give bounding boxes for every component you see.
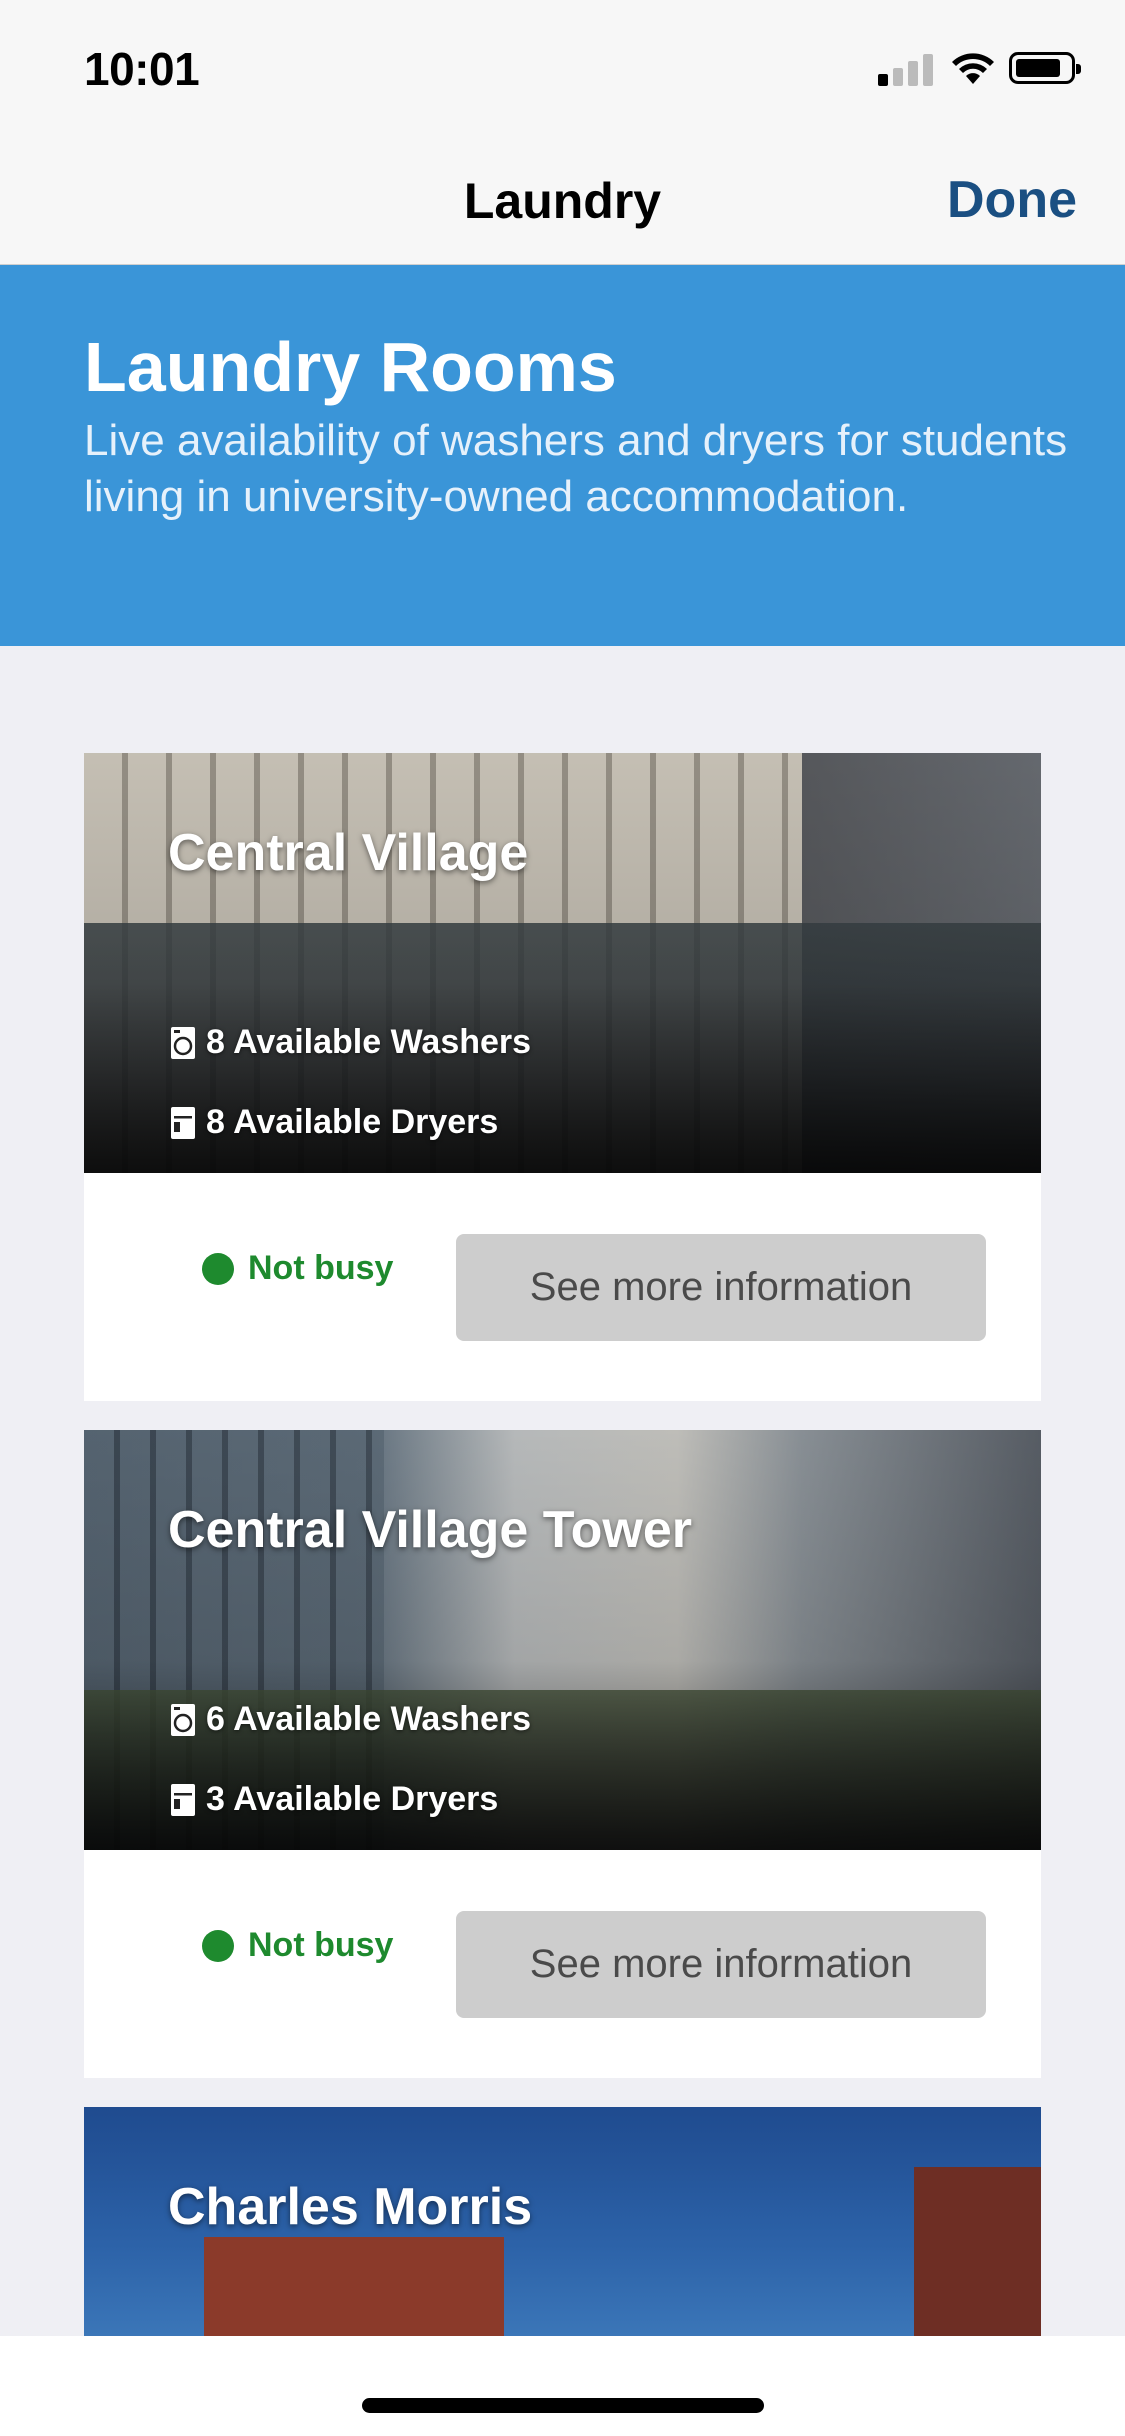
dryer-icon [171,1106,195,1139]
page-subtitle: Live availability of washers and dryers … [84,416,1068,521]
see-more-information-button[interactable]: See more information [456,1911,986,2018]
busy-status: Not busy [202,1926,393,1965]
washer-icon [171,1703,195,1736]
home-indicator-area [0,2336,1125,2436]
card-footer: Not busy See more information [84,1850,1041,2078]
navigation-bar: Laundry Done [0,132,1125,265]
room-photo: Charles Morris [84,2107,1041,2336]
dryers-count: 8 Available Dryers [170,1103,498,1142]
laundry-room-card[interactable]: Charles Morris [84,2107,1041,2336]
room-photo: Central Village Tower 6 Available Washer… [84,1430,1041,1850]
status-dot-icon [202,1929,234,1962]
room-name: Central Village Tower [168,1501,693,1559]
status-bar: 10:01 [0,0,1125,132]
washers-count: 8 Available Washers [170,1023,531,1062]
page-title: Laundry Rooms [84,328,617,406]
wifi-icon [952,53,994,84]
laundry-rooms-header: Laundry Rooms Live availability of washe… [0,265,1125,646]
card-footer: Not busy See more information [84,1173,1041,1401]
washers-count: 6 Available Washers [170,1700,531,1739]
dryer-icon [171,1783,195,1816]
busy-status: Not busy [202,1249,393,1288]
laundry-room-card[interactable]: Central Village Tower 6 Available Washer… [84,1430,1041,2078]
status-dot-icon [202,1252,234,1285]
dryers-count: 3 Available Dryers [170,1780,498,1819]
home-indicator[interactable] [362,2398,764,2413]
laundry-room-card[interactable]: Central Village 8 Available Washers 8 Av… [84,753,1041,1401]
status-time: 10:01 [84,43,200,95]
done-button[interactable]: Done [947,170,1077,230]
see-more-information-button[interactable]: See more information [456,1234,986,1341]
room-name: Charles Morris [168,2178,533,2236]
battery-icon [1009,52,1081,84]
cellular-signal-icon [878,52,936,86]
room-name: Central Village [168,824,529,882]
washer-icon [171,1026,195,1059]
room-photo: Central Village 8 Available Washers 8 Av… [84,753,1041,1173]
